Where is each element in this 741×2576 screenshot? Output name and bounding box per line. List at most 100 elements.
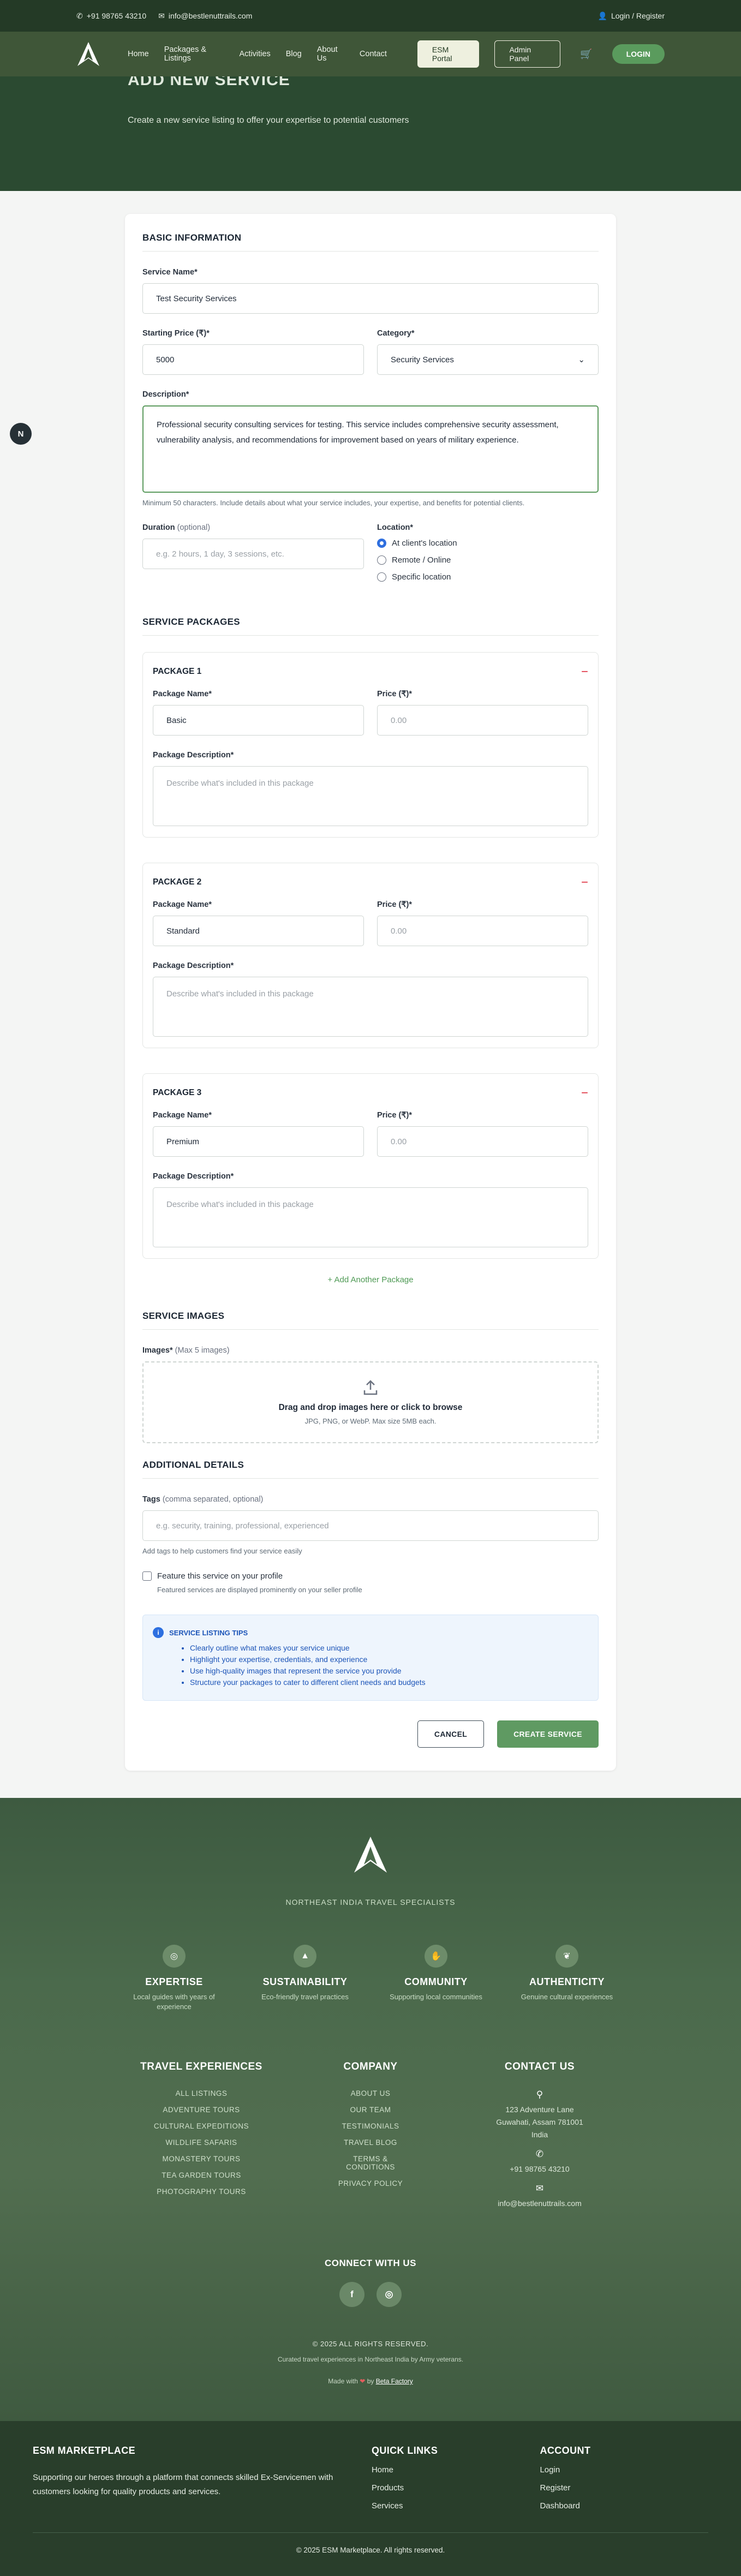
package-desc-textarea[interactable]: Describe what's included in this package bbox=[153, 1187, 588, 1247]
dropzone-formats: JPG, PNG, or WebP. Max size 5MB each. bbox=[304, 1417, 437, 1425]
footer-phone[interactable]: +91 98765 43210 bbox=[474, 2163, 605, 2175]
add-package-button[interactable]: + Add Another Package bbox=[142, 1275, 599, 1284]
package-desc-label: Package Description* bbox=[153, 1172, 234, 1181]
site-logo[interactable] bbox=[76, 40, 100, 68]
feature-community: ✋ COMMUNITY Supporting local communities bbox=[381, 1945, 491, 2012]
footer-link[interactable]: TRAVEL BLOG bbox=[338, 2138, 403, 2147]
feature-checkbox-row[interactable]: Feature this service on your profile bbox=[142, 1571, 599, 1581]
footer-link[interactable]: PRIVACY POLICY bbox=[338, 2179, 403, 2187]
duration-input[interactable]: e.g. 2 hours, 1 day, 3 sessions, etc. bbox=[142, 539, 364, 569]
remove-package-icon[interactable]: − bbox=[581, 666, 588, 678]
service-name-input[interactable]: Test Security Services bbox=[142, 283, 599, 314]
nav-about[interactable]: About Us bbox=[317, 45, 344, 63]
tip-item: Use high-quality images that represent t… bbox=[190, 1665, 588, 1677]
login-register-link[interactable]: Login / Register bbox=[611, 11, 665, 20]
nav-blog[interactable]: Blog bbox=[286, 50, 302, 58]
package-price-label: Price (₹)* bbox=[377, 900, 413, 909]
location-pin-icon: ⚲ bbox=[536, 2089, 543, 2100]
starting-price-input[interactable]: 5000 bbox=[142, 344, 364, 375]
package-desc-label: Package Description* bbox=[153, 961, 234, 970]
account-link[interactable]: Login bbox=[540, 2465, 708, 2475]
package-price-input[interactable]: 0.00 bbox=[377, 705, 588, 736]
remove-package-icon[interactable]: − bbox=[581, 876, 588, 888]
package-name-input[interactable]: Standard bbox=[153, 916, 364, 946]
package-price-label: Price (₹)* bbox=[377, 1111, 413, 1120]
feature-checkbox[interactable] bbox=[142, 1571, 152, 1581]
package-desc-label: Package Description* bbox=[153, 751, 234, 760]
footer-link[interactable]: CULTURAL EXPEDITIONS bbox=[136, 2122, 267, 2130]
quick-link[interactable]: Services bbox=[372, 2501, 540, 2511]
phone-icon: ✆ bbox=[76, 11, 83, 20]
nav-contact[interactable]: Contact bbox=[360, 50, 387, 58]
package-price-input[interactable]: 0.00 bbox=[377, 1126, 588, 1157]
footer-link[interactable]: ABOUT US bbox=[338, 2089, 403, 2097]
footer-link[interactable]: ALL LISTINGS bbox=[136, 2089, 267, 2097]
tags-input[interactable]: e.g. security, training, professional, e… bbox=[142, 1510, 599, 1541]
create-service-button[interactable]: CREATE SERVICE bbox=[497, 1720, 599, 1748]
package-name-input[interactable]: Premium bbox=[153, 1126, 364, 1157]
topbar-email[interactable]: info@bestlenuttrails.com bbox=[169, 11, 253, 20]
footer-subtext: Curated travel experiences in Northeast … bbox=[277, 2356, 464, 2363]
top-bar: ✆ +91 98765 43210 ✉ info@bestlenuttrails.c… bbox=[0, 0, 741, 32]
footer-link[interactable]: TERMS & CONDITIONS bbox=[338, 2155, 403, 2171]
category-select[interactable]: Security Services ⌄ bbox=[377, 344, 599, 375]
cart-icon[interactable]: 🛒 bbox=[580, 49, 592, 60]
package-price-input[interactable]: 0.00 bbox=[377, 916, 588, 946]
feature-hint: Featured services are displayed prominen… bbox=[157, 1586, 362, 1594]
instagram-icon[interactable]: ◎ bbox=[377, 2282, 402, 2307]
admin-panel-button[interactable]: Admin Panel bbox=[494, 40, 561, 68]
location-option-client[interactable]: At client's location bbox=[377, 539, 599, 548]
footer-link[interactable]: PHOTOGRAPHY TOURS bbox=[136, 2187, 267, 2196]
location-option-specific[interactable]: Specific location bbox=[377, 572, 599, 582]
radio-unchecked[interactable] bbox=[377, 555, 386, 565]
package-desc-textarea[interactable]: Describe what's included in this package bbox=[153, 766, 588, 826]
category-label: Category* bbox=[377, 329, 415, 338]
footer-copyright: © 2025 ALL RIGHTS RESERVED. bbox=[312, 2340, 429, 2348]
feature-sustainability: ▲ SUSTAINABILITY Eco-friendly travel pract… bbox=[250, 1945, 360, 2012]
footer-link[interactable]: OUR TEAM bbox=[338, 2106, 403, 2114]
remove-package-icon[interactable]: − bbox=[581, 1087, 588, 1099]
nav-home[interactable]: Home bbox=[128, 50, 149, 58]
nav-activities[interactable]: Activities bbox=[240, 50, 271, 58]
footer-link[interactable]: WILDLIFE SAFARIS bbox=[136, 2138, 267, 2147]
account-heading: ACCOUNT bbox=[540, 2445, 591, 2456]
footer-link[interactable]: TESTIMONIALS bbox=[338, 2122, 403, 2130]
quick-link[interactable]: Products bbox=[372, 2483, 540, 2493]
quick-link[interactable]: Home bbox=[372, 2465, 540, 2475]
package-desc-textarea[interactable]: Describe what's included in this package bbox=[153, 977, 588, 1037]
handshake-icon: ✋ bbox=[425, 1945, 447, 1968]
footer-link[interactable]: TEA GARDEN TOURS bbox=[136, 2171, 267, 2179]
footer-link[interactable]: ADVENTURE TOURS bbox=[136, 2106, 267, 2114]
floating-n-button[interactable]: N bbox=[10, 423, 32, 445]
login-button[interactable]: LOGIN bbox=[612, 44, 665, 64]
nav-packages[interactable]: Packages & Listings bbox=[164, 45, 224, 63]
footer-logo[interactable] bbox=[0, 1833, 741, 1879]
account-link[interactable]: Register bbox=[540, 2483, 708, 2493]
topbar-phone[interactable]: +91 98765 43210 bbox=[87, 11, 146, 20]
travel-experiences-column: TRAVEL EXPERIENCES ALL LISTINGS ADVENTUR… bbox=[136, 2061, 267, 2218]
connect-heading: CONNECT WITH US bbox=[324, 2258, 417, 2268]
credit-link[interactable]: Beta Factory bbox=[376, 2377, 413, 2385]
info-icon: i bbox=[153, 1627, 164, 1638]
package-name-label: Package Name* bbox=[153, 1111, 212, 1120]
description-textarea[interactable]: Professional security consulting service… bbox=[142, 405, 599, 493]
basic-info-heading: BASIC INFORMATION bbox=[142, 232, 599, 252]
made-with-credit: Made with ❤ by Beta Factory bbox=[328, 2377, 413, 2385]
tags-label: Tags (comma separated, optional) bbox=[142, 1495, 264, 1504]
esm-portal-button[interactable]: ESM Portal bbox=[417, 40, 480, 68]
radio-unchecked[interactable] bbox=[377, 572, 386, 582]
radio-checked[interactable] bbox=[377, 539, 386, 548]
leaf-icon: ❦ bbox=[555, 1945, 578, 1968]
image-dropzone[interactable]: Drag and drop images here or click to br… bbox=[142, 1361, 599, 1443]
footer-email[interactable]: info@bestlenuttrails.com bbox=[474, 2197, 605, 2210]
package-price-label: Price (₹)* bbox=[377, 690, 413, 698]
compass-icon: ◎ bbox=[163, 1945, 186, 1968]
location-option-remote[interactable]: Remote / Online bbox=[377, 555, 599, 565]
package-name-input[interactable]: Basic bbox=[153, 705, 364, 736]
account-link[interactable]: Dashboard bbox=[540, 2501, 708, 2511]
footer-link[interactable]: MONASTERY TOURS bbox=[136, 2155, 267, 2163]
cancel-button[interactable]: CANCEL bbox=[417, 1720, 484, 1748]
facebook-icon[interactable]: f bbox=[339, 2282, 364, 2307]
additional-details-heading: ADDITIONAL DETAILS bbox=[142, 1460, 599, 1479]
feature-authenticity: ❦ AUTHENTICITY Genuine cultural experience… bbox=[512, 1945, 622, 2012]
